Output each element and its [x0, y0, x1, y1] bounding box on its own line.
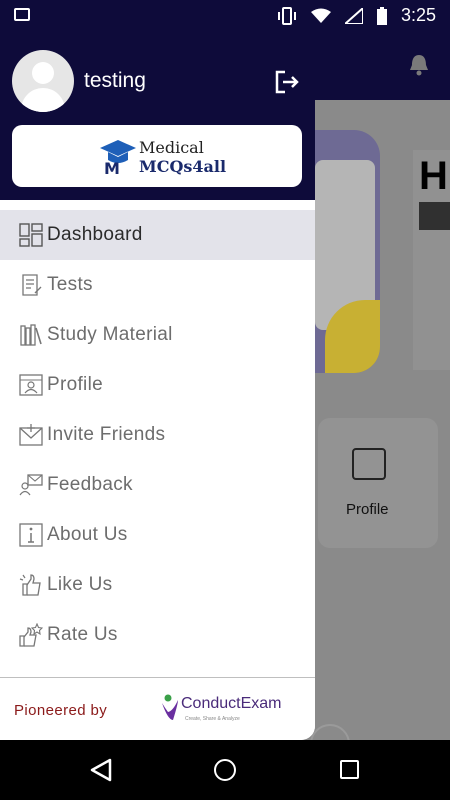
avatar[interactable] [12, 50, 74, 112]
menu-item-invite-friends[interactable]: Invite Friends [0, 410, 315, 460]
banner-letter: H [419, 154, 448, 198]
menu-item-profile[interactable]: Profile [0, 360, 315, 410]
image-icon [14, 8, 30, 21]
avatar-head [32, 62, 54, 84]
system-nav-bar [0, 740, 450, 800]
graduation-cap-logo-icon: M [100, 140, 136, 176]
logout-icon[interactable] [274, 69, 300, 95]
menu-item-label: Tests [47, 274, 93, 295]
menu-item-label: Profile [47, 374, 103, 395]
menu-item-label: Like Us [47, 574, 113, 595]
info-icon [19, 523, 43, 547]
clock: 3:25 [400, 5, 436, 25]
drawer-menu: Dashboard Tests Study Material Profile I… [0, 210, 315, 660]
vibrate-icon [277, 6, 296, 25]
like-icon [19, 574, 41, 596]
svg-text:M: M [104, 159, 120, 176]
battery-icon [376, 6, 387, 25]
invite-icon [19, 424, 43, 446]
promo-banner[interactable] [315, 130, 380, 373]
wifi-icon [310, 8, 331, 23]
menu-item-label: Invite Friends [47, 424, 166, 445]
logo-line-1: Medical [139, 138, 204, 157]
menu-item-label: About Us [47, 524, 128, 545]
dashboard-icon [19, 223, 43, 247]
books-icon [20, 324, 42, 346]
menu-item-tests[interactable]: Tests [0, 260, 315, 310]
profile-icon [19, 374, 43, 396]
navigation-drawer: testing M Medical MCQs4all Dashboard Tes… [0, 30, 315, 740]
profile-card-label: Profile [346, 501, 389, 518]
menu-item-dashboard[interactable]: Dashboard [0, 210, 315, 260]
pioneered-by-text: Pioneered by [14, 702, 108, 719]
menu-item-label: Rate Us [47, 624, 118, 645]
menu-item-about-us[interactable]: About Us [0, 510, 315, 560]
conductexam-brand[interactable]: ConductExam [181, 695, 282, 713]
tests-icon [22, 274, 42, 296]
drawer-footer: Pioneered by ConductExam Create, Share &… [0, 677, 315, 740]
promo-banner-2[interactable]: H [413, 150, 450, 370]
logo-line-2: MCQs4all [139, 157, 227, 176]
username: testing [84, 69, 146, 92]
home-button[interactable] [214, 759, 236, 781]
menu-item-study-material[interactable]: Study Material [0, 310, 315, 360]
menu-item-rate-us[interactable]: Rate Us [0, 610, 315, 660]
back-button[interactable] [90, 758, 112, 782]
menu-item-like-us[interactable]: Like Us [0, 560, 315, 610]
app-logo-card: M Medical MCQs4all [12, 125, 302, 187]
menu-item-label: Dashboard [47, 224, 143, 245]
profile-card[interactable]: Profile [318, 418, 438, 548]
drawer-header: testing M Medical MCQs4all [0, 30, 315, 200]
menu-item-label: Study Material [47, 324, 173, 345]
avatar-body [21, 88, 65, 112]
menu-item-label: Feedback [47, 474, 133, 495]
rate-icon [19, 623, 43, 647]
menu-item-feedback[interactable]: Feedback [0, 460, 315, 510]
bell-icon[interactable] [406, 52, 432, 78]
profile-card-icon [352, 448, 386, 480]
banner-tag [419, 202, 450, 230]
signal-icon [344, 7, 363, 24]
recents-button[interactable] [340, 760, 359, 779]
status-bar: 3:25 [0, 0, 450, 30]
conductexam-tagline: Create, Share & Analyze [185, 716, 240, 722]
conductexam-logo-icon [162, 694, 178, 720]
feedback-icon [19, 474, 43, 496]
